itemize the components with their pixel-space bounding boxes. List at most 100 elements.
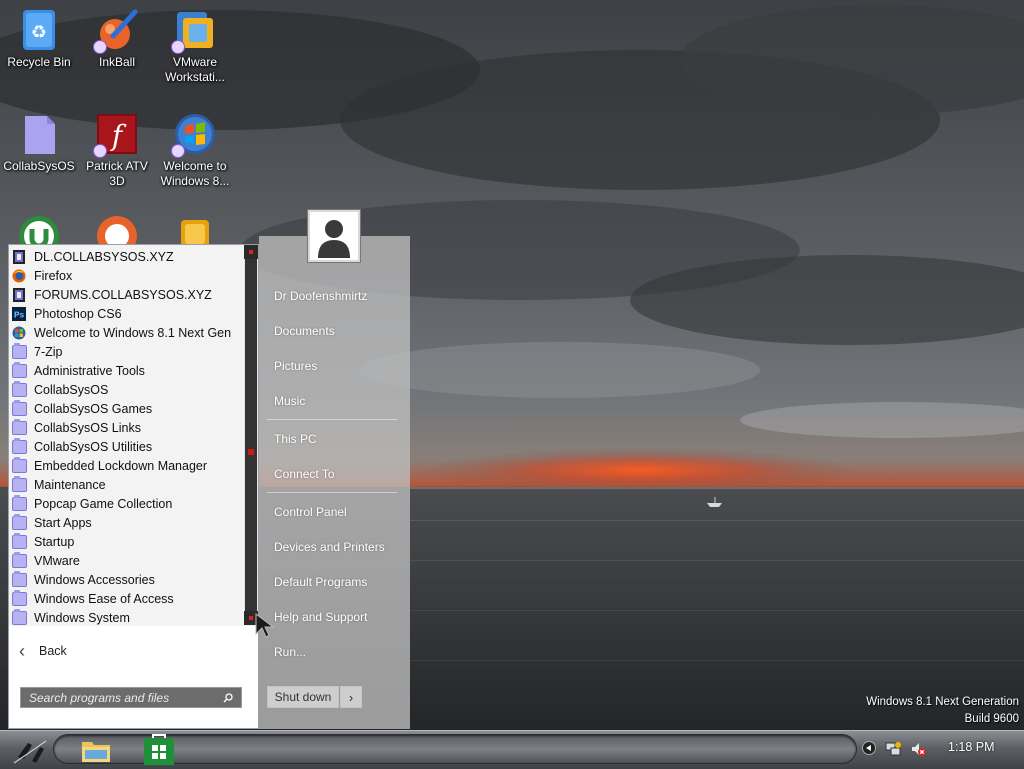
program-folder-startup[interactable]: Startup xyxy=(9,532,243,551)
desktop-icon-collabsysos[interactable]: CollabSysOS xyxy=(0,112,78,174)
search-input[interactable] xyxy=(20,687,242,708)
program-label: FORUMS.COLLABSYSOS.XYZ xyxy=(34,287,212,302)
volume-muted-icon[interactable] xyxy=(910,741,926,757)
folder-icon xyxy=(12,589,27,606)
folder-icon xyxy=(12,475,27,492)
program-label: Welcome to Windows 8.1 Next Gen xyxy=(34,325,232,340)
program-label: CollabSysOS Links xyxy=(34,420,141,435)
folder-icon xyxy=(12,456,27,473)
desktop-icon-label: VMware Workstati... xyxy=(165,55,225,84)
menu-divider xyxy=(267,419,397,420)
svg-text:Ps: Ps xyxy=(14,310,25,319)
documents-link[interactable]: Documents xyxy=(274,324,335,338)
taskbar-clock[interactable]: 1:18 PM xyxy=(948,740,995,754)
desktop-icon-vmware[interactable]: VMware Workstati... xyxy=(156,8,234,85)
program-folder-vmware[interactable]: VMware xyxy=(9,551,243,570)
shortcut-arrow-icon xyxy=(93,40,107,54)
watermark-edition: Windows 8.1 Next Generation xyxy=(866,696,1019,708)
help-and-support-link[interactable]: Help and Support xyxy=(274,610,367,624)
program-folder-collabsysos-utilities[interactable]: CollabSysOS Utilities xyxy=(9,437,243,456)
file-explorer-button[interactable] xyxy=(80,734,112,766)
program-label: DL.COLLABSYSOS.XYZ xyxy=(34,249,174,264)
program-folder-popcap[interactable]: Popcap Game Collection xyxy=(9,494,243,513)
program-folder-maintenance[interactable]: Maintenance xyxy=(9,475,243,494)
desktop-icon-label: InkBall xyxy=(98,55,136,69)
store-button[interactable] xyxy=(143,734,175,766)
control-panel-link[interactable]: Control Panel xyxy=(274,505,347,519)
program-folder-collabsysos-games[interactable]: CollabSysOS Games xyxy=(9,399,243,418)
program-label: CollabSysOS Games xyxy=(34,401,153,416)
program-folder-windows-ease-of-access[interactable]: Windows Ease of Access xyxy=(9,589,243,608)
program-item-photoshop[interactable]: Ps Photoshop CS6 xyxy=(9,304,243,323)
desktop-icon-patrick-atv[interactable]: f Patrick ATV 3D xyxy=(78,112,156,189)
all-programs-list: DL.COLLABSYSOS.XYZ Firefox FORUMS.COLLAB… xyxy=(9,247,243,625)
show-hidden-icons-button[interactable] xyxy=(862,741,876,755)
shortcut-arrow-icon xyxy=(171,40,185,54)
desktop-icon-inkball[interactable]: InkBall xyxy=(78,8,156,70)
back-button[interactable]: ‹ Back xyxy=(9,626,258,676)
run-link[interactable]: Run... xyxy=(274,645,306,659)
flash-icon: f xyxy=(93,112,139,158)
program-label: CollabSysOS Utilities xyxy=(34,439,153,454)
build-watermark: Windows 8.1 Next Generation Build 9600 xyxy=(866,694,1019,728)
program-item-welcome[interactable]: Welcome to Windows 8.1 Next Gen xyxy=(9,323,243,342)
inkball-icon xyxy=(93,8,139,54)
folder-icon xyxy=(12,513,27,530)
music-link[interactable]: Music xyxy=(274,394,305,408)
program-folder-collabsysos[interactable]: CollabSysOS xyxy=(9,380,243,399)
program-label: Windows Accessories xyxy=(34,572,155,587)
programs-scrollbar[interactable] xyxy=(244,245,258,625)
program-label: Startup xyxy=(34,534,75,549)
program-label: VMware xyxy=(34,553,80,568)
program-label: Start Apps xyxy=(34,515,92,530)
desktop-icon-label: Recycle Bin xyxy=(7,55,71,69)
program-folder-embedded-lockdown[interactable]: Embedded Lockdown Manager xyxy=(9,456,243,475)
scroll-up-button[interactable] xyxy=(244,245,258,259)
start-menu-places-pane: Dr Doofenshmirtz Documents Pictures Musi… xyxy=(259,210,410,729)
recycle-bin-icon: ♻ xyxy=(17,8,61,52)
desktop-icon-recycle-bin[interactable]: ♻ Recycle Bin xyxy=(0,8,78,70)
program-folder-windows-system[interactable]: Windows System xyxy=(9,608,243,625)
shutdown-button[interactable]: Shut down xyxy=(267,686,339,708)
scroll-thumb[interactable] xyxy=(245,259,257,611)
web-page-icon xyxy=(12,287,27,302)
program-folder-7zip[interactable]: 7-Zip xyxy=(9,342,243,361)
desktop-icon-label: CollabSysOS xyxy=(3,159,75,173)
file-icon xyxy=(17,112,61,156)
user-avatar[interactable] xyxy=(308,210,360,262)
shutdown-options-button[interactable]: › xyxy=(340,686,362,708)
user-name-link[interactable]: Dr Doofenshmirtz xyxy=(274,289,367,303)
program-item-dl-collabsysos[interactable]: DL.COLLABSYSOS.XYZ xyxy=(9,247,243,266)
program-label: CollabSysOS xyxy=(34,382,109,397)
desktop-icon-welcome[interactable]: Welcome to Windows 8... xyxy=(156,112,234,189)
start-menu-programs-pane: DL.COLLABSYSOS.XYZ Firefox FORUMS.COLLAB… xyxy=(8,244,259,729)
program-folder-start-apps[interactable]: Start Apps xyxy=(9,513,243,532)
program-label: Maintenance xyxy=(34,477,106,492)
start-button-icon[interactable] xyxy=(10,735,50,767)
folder-icon xyxy=(12,437,27,454)
windows-orb-icon xyxy=(12,326,27,340)
default-programs-link[interactable]: Default Programs xyxy=(274,575,367,589)
this-pc-link[interactable]: This PC xyxy=(274,432,317,446)
network-icon[interactable] xyxy=(885,741,901,757)
folder-icon xyxy=(12,380,27,397)
back-label: Back xyxy=(39,644,67,658)
folder-icon xyxy=(12,608,27,625)
program-label: Photoshop CS6 xyxy=(34,306,122,321)
user-icon xyxy=(310,212,358,260)
devices-and-printers-link[interactable]: Devices and Printers xyxy=(274,540,385,554)
program-item-firefox[interactable]: Firefox xyxy=(9,266,243,285)
program-folder-windows-accessories[interactable]: Windows Accessories xyxy=(9,570,243,589)
program-label: Popcap Game Collection xyxy=(34,496,173,511)
program-label: Administrative Tools xyxy=(34,363,145,378)
shortcut-arrow-icon xyxy=(171,144,185,158)
firefox-icon xyxy=(12,269,27,283)
program-item-forums-collabsysos[interactable]: FORUMS.COLLABSYSOS.XYZ xyxy=(9,285,243,304)
program-folder-collabsysos-links[interactable]: CollabSysOS Links xyxy=(9,418,243,437)
chevron-left-icon: ‹ xyxy=(19,640,25,661)
connect-to-link[interactable]: Connect To xyxy=(274,467,335,481)
program-folder-administrative-tools[interactable]: Administrative Tools xyxy=(9,361,243,380)
program-label: Windows Ease of Access xyxy=(34,591,174,606)
folder-icon xyxy=(12,399,27,416)
pictures-link[interactable]: Pictures xyxy=(274,359,317,373)
